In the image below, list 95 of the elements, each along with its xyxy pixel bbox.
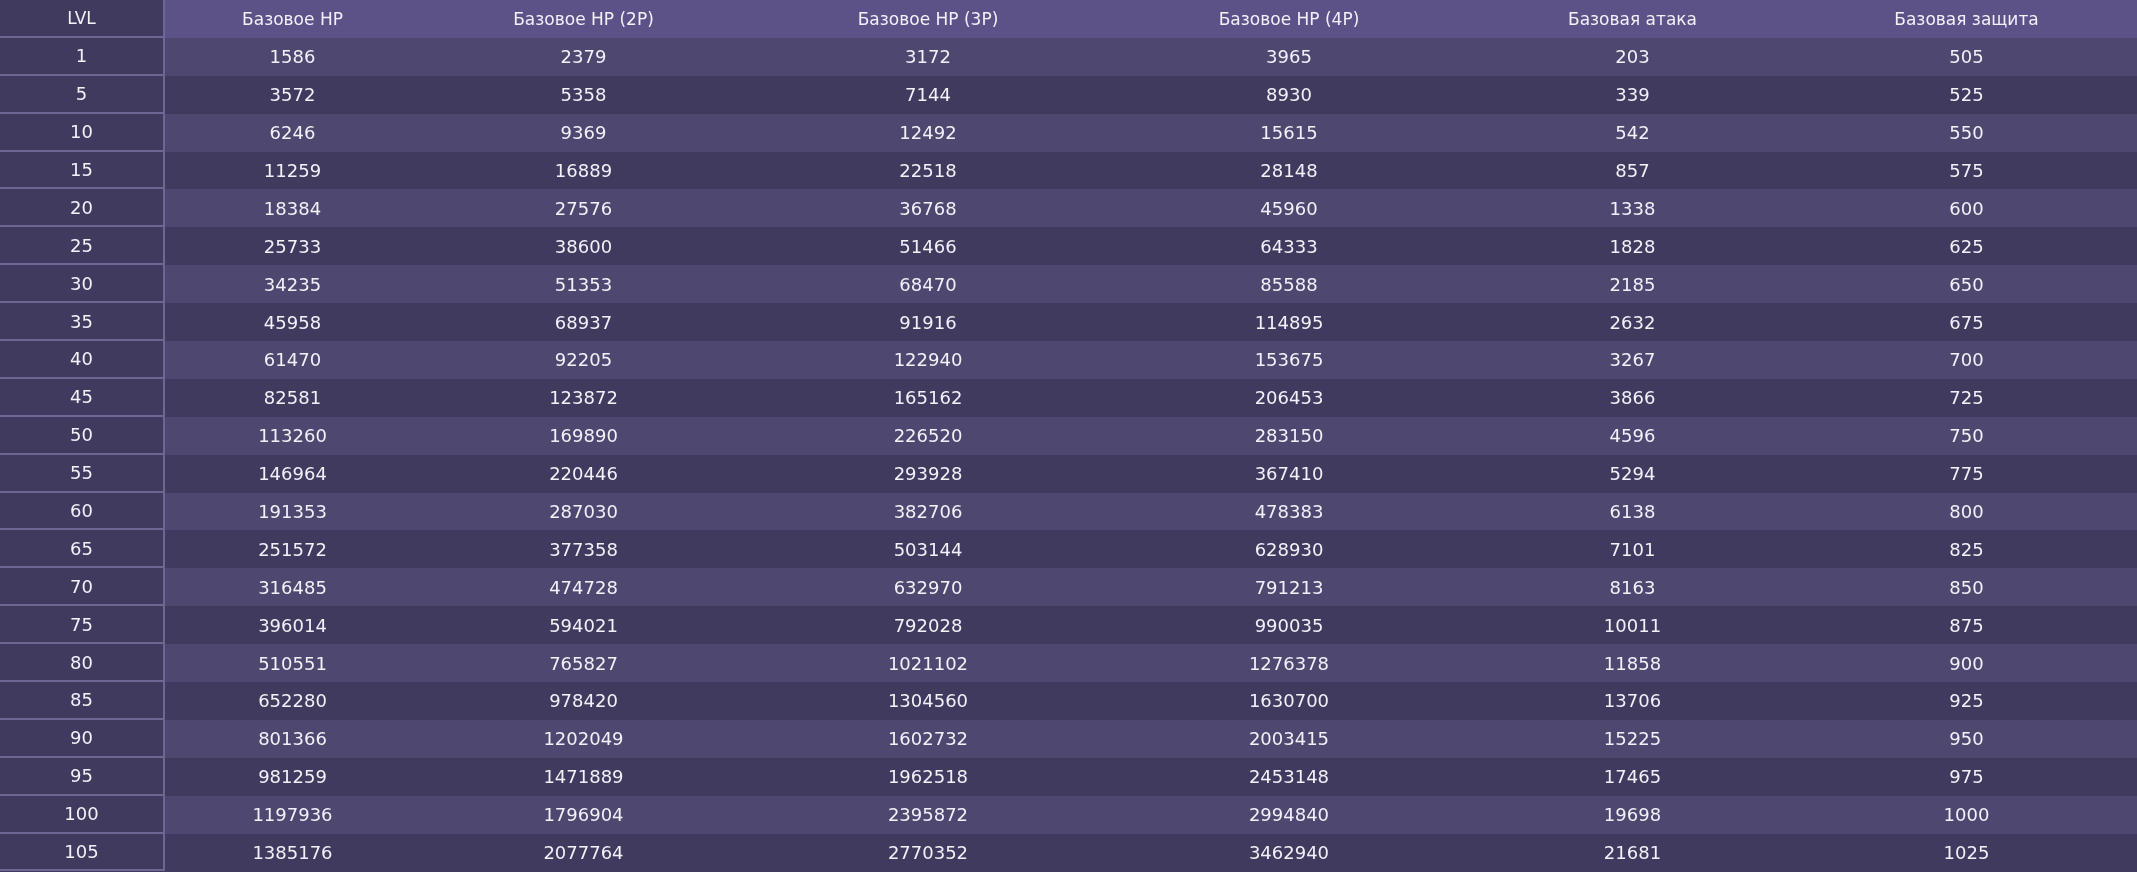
table-cell: 122940 [747, 341, 1109, 379]
table-cell: 632970 [747, 568, 1109, 607]
level-cell: 5 [0, 75, 165, 114]
table-cell: 510551 [165, 644, 420, 683]
table-cell: 700 [1796, 341, 2137, 379]
table-cell: 226520 [747, 416, 1109, 455]
table-cell: 1021102 [747, 644, 1109, 683]
table-cell: 2395872 [747, 795, 1109, 834]
table-cell: 4596 [1469, 416, 1796, 455]
table-cell: 61470 [165, 341, 420, 379]
table-cell: 113260 [165, 416, 420, 455]
table-cell: 1197936 [165, 795, 420, 834]
table-cell: 950 [1796, 719, 2137, 758]
table-cell: 791213 [1109, 568, 1469, 607]
table-cell: 2379 [420, 37, 747, 76]
level-cell: 60 [0, 492, 165, 531]
table-cell: 600 [1796, 189, 2137, 228]
table-cell: 15225 [1469, 719, 1796, 758]
column-header: LVL [0, 0, 165, 38]
level-cell: 1 [0, 37, 165, 76]
level-cell: 100 [0, 795, 165, 834]
table-cell: 3267 [1469, 341, 1796, 379]
level-cell: 20 [0, 189, 165, 228]
table-cell: 900 [1796, 644, 2137, 683]
table-cell: 36768 [747, 189, 1109, 228]
table-cell: 3172 [747, 37, 1109, 76]
level-cell: 95 [0, 757, 165, 796]
table-cell: 15615 [1109, 113, 1469, 152]
table-cell: 1602732 [747, 719, 1109, 758]
level-cell: 50 [0, 416, 165, 455]
table-cell: 478383 [1109, 492, 1469, 531]
table-cell: 9369 [420, 113, 747, 152]
table-cell: 6138 [1469, 492, 1796, 531]
table-cell: 34235 [165, 265, 420, 304]
table-cell: 92205 [420, 341, 747, 379]
table-cell: 85588 [1109, 265, 1469, 304]
table-cell: 542 [1469, 113, 1796, 152]
level-cell: 15 [0, 151, 165, 190]
table-cell: 18384 [165, 189, 420, 228]
level-cell: 10 [0, 113, 165, 152]
table-cell: 27576 [420, 189, 747, 228]
table-cell: 316485 [165, 568, 420, 607]
table-cell: 750 [1796, 416, 2137, 455]
table-cell: 1586 [165, 37, 420, 76]
table-cell: 650 [1796, 265, 2137, 304]
level-cell: 35 [0, 303, 165, 341]
level-cell: 75 [0, 606, 165, 645]
table-cell: 801366 [165, 719, 420, 758]
table-cell: 2994840 [1109, 795, 1469, 834]
table-cell: 2003415 [1109, 719, 1469, 758]
table-cell: 153675 [1109, 341, 1469, 379]
table-cell: 8163 [1469, 568, 1796, 607]
column-header: Базовое HP (4P) [1109, 0, 1469, 38]
level-cell: 55 [0, 454, 165, 493]
level-cell: 45 [0, 378, 165, 417]
column-header: Базовое HP (2P) [420, 0, 747, 38]
table-cell: 850 [1796, 568, 2137, 607]
table-cell: 550 [1796, 113, 2137, 152]
table-cell: 505 [1796, 37, 2137, 76]
table-cell: 12492 [747, 113, 1109, 152]
level-cell: 30 [0, 265, 165, 304]
table-cell: 382706 [747, 492, 1109, 531]
table-cell: 191353 [165, 492, 420, 531]
table-cell: 51353 [420, 265, 747, 304]
table-cell: 2185 [1469, 265, 1796, 304]
table-cell: 6246 [165, 113, 420, 152]
table-cell: 3965 [1109, 37, 1469, 76]
table-cell: 169890 [420, 416, 747, 455]
table-cell: 45960 [1109, 189, 1469, 228]
level-cell: 105 [0, 833, 165, 872]
column-header: Базовое HP (3P) [747, 0, 1109, 38]
table-cell: 1276378 [1109, 644, 1469, 683]
level-cell: 85 [0, 682, 165, 720]
table-cell: 1202049 [420, 719, 747, 758]
table-cell: 1796904 [420, 795, 747, 834]
level-cell: 40 [0, 341, 165, 379]
table-cell: 203 [1469, 37, 1796, 76]
level-cell: 65 [0, 530, 165, 569]
level-cell: 80 [0, 644, 165, 683]
table-cell: 68470 [747, 265, 1109, 304]
table-cell: 1000 [1796, 795, 2137, 834]
column-header: Базовая атака [1469, 0, 1796, 38]
table-cell: 19698 [1469, 795, 1796, 834]
column-header: Базовое HP [165, 0, 420, 38]
level-cell: 90 [0, 719, 165, 758]
table-cell: 283150 [1109, 416, 1469, 455]
table-cell: 287030 [420, 492, 747, 531]
table-cell: 1338 [1469, 189, 1796, 228]
table-cell: 11858 [1469, 644, 1796, 683]
column-header: Базовая защита [1796, 0, 2137, 38]
table-cell: 800 [1796, 492, 2137, 531]
level-cell: 70 [0, 568, 165, 607]
level-cell: 25 [0, 227, 165, 266]
table-cell: 474728 [420, 568, 747, 607]
table-cell: 765827 [420, 644, 747, 683]
